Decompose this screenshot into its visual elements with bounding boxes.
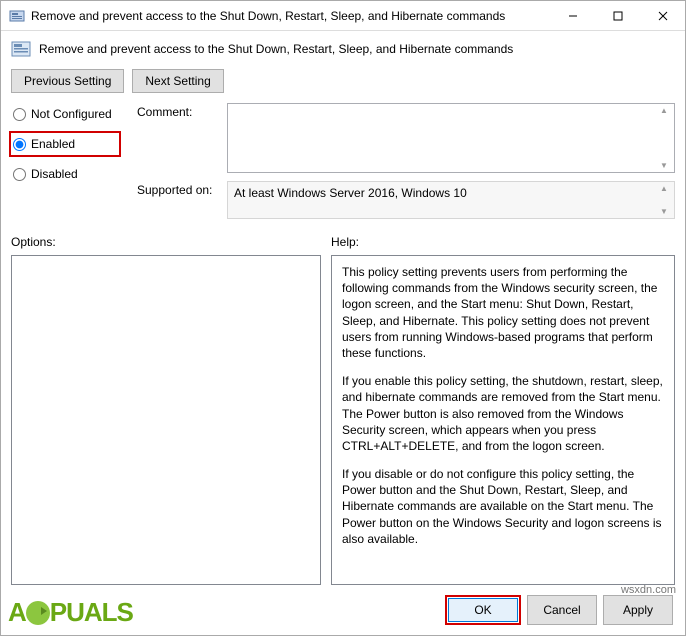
brand-ball-icon [26, 601, 50, 625]
radio-enabled[interactable]: Enabled [11, 135, 113, 153]
radio-enabled-input[interactable] [13, 138, 26, 151]
options-label: Options: [11, 235, 321, 249]
radio-disabled[interactable]: Disabled [11, 165, 121, 183]
comment-textarea[interactable]: ▲▼ [227, 103, 675, 173]
titlebar: Remove and prevent access to the Shut Do… [1, 1, 685, 31]
help-paragraph-3: If you disable or do not configure this … [342, 466, 664, 547]
help-panel[interactable]: This policy setting prevents users from … [331, 255, 675, 585]
radio-disabled-input[interactable] [13, 168, 26, 181]
minimize-button[interactable] [550, 1, 595, 31]
radio-enabled-label: Enabled [31, 137, 75, 151]
supported-scrollbar[interactable]: ▲▼ [656, 184, 672, 216]
policy-subtitle: Remove and prevent access to the Shut Do… [39, 42, 513, 56]
brand-post: PUALS [50, 597, 133, 627]
url-watermark: wsxdn.com [621, 584, 676, 596]
gpedit-icon [9, 8, 25, 24]
next-setting-button[interactable]: Next Setting [132, 69, 223, 93]
policy-icon [11, 39, 31, 59]
supported-on-value: At least Windows Server 2016, Windows 10 [234, 186, 467, 200]
window-title: Remove and prevent access to the Shut Do… [31, 9, 550, 23]
maximize-button[interactable] [595, 1, 640, 31]
supported-label: Supported on: [137, 181, 227, 219]
apply-button[interactable]: Apply [603, 595, 673, 625]
help-paragraph-2: If you enable this policy setting, the s… [342, 373, 664, 454]
supported-on-box: At least Windows Server 2016, Windows 10… [227, 181, 675, 219]
radio-not-configured-input[interactable] [13, 108, 26, 121]
radio-disabled-label: Disabled [31, 167, 78, 181]
ok-button[interactable]: OK [448, 598, 518, 622]
brand-watermark: A PUALS [8, 597, 133, 628]
radio-not-configured-label: Not Configured [31, 107, 112, 121]
radio-not-configured[interactable]: Not Configured [11, 105, 121, 123]
previous-setting-button[interactable]: Previous Setting [11, 69, 124, 93]
help-label: Help: [331, 235, 675, 249]
brand-pre: A [8, 597, 26, 627]
close-button[interactable] [640, 1, 685, 31]
comment-label: Comment: [137, 103, 227, 173]
comment-scrollbar[interactable]: ▲▼ [656, 106, 672, 170]
cancel-button[interactable]: Cancel [527, 595, 597, 625]
options-panel [11, 255, 321, 585]
help-paragraph-1: This policy setting prevents users from … [342, 264, 664, 361]
